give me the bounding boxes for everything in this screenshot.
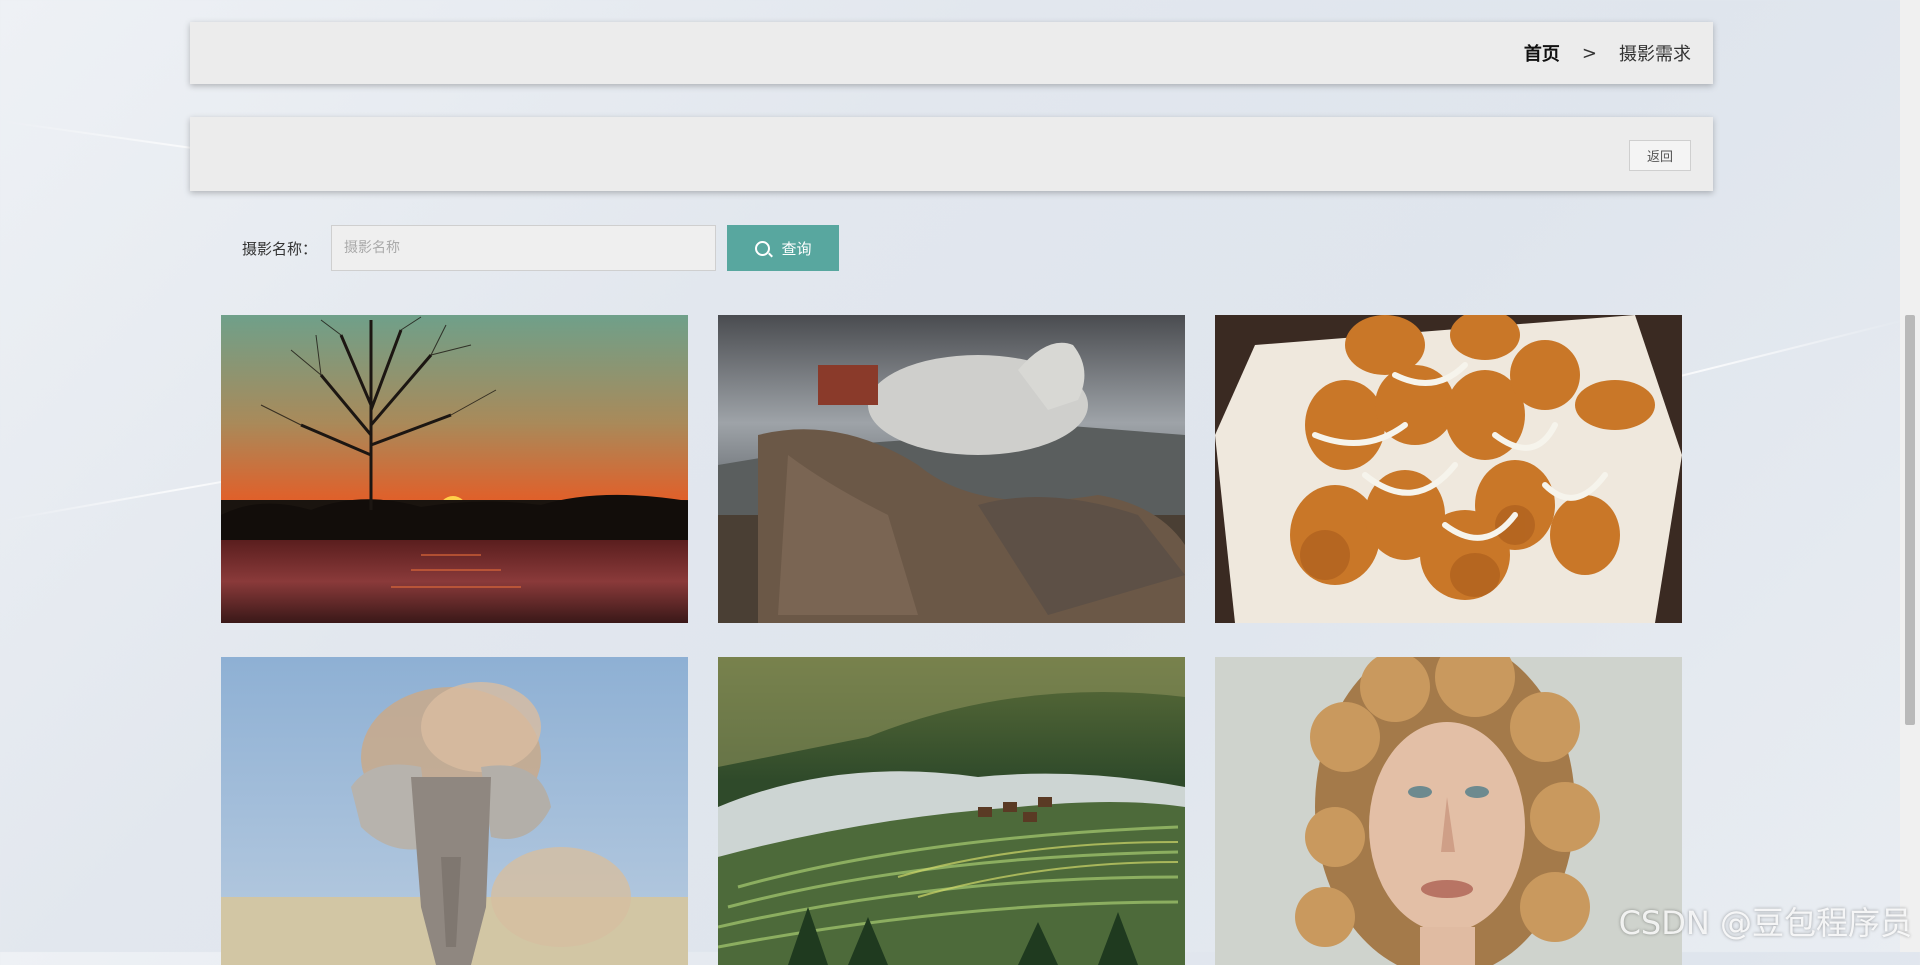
roasted-potatoes-photo xyxy=(1215,315,1682,623)
photo-card-sunset[interactable] xyxy=(221,315,688,623)
breadcrumb-separator: > xyxy=(1581,42,1597,64)
back-button[interactable]: 返回 xyxy=(1629,140,1691,171)
breadcrumb: 首页 > 摄影需求 xyxy=(1524,22,1691,84)
page-scrollbar[interactable] xyxy=(1900,0,1920,952)
breadcrumb-panel: 首页 > 摄影需求 xyxy=(190,22,1713,84)
curly-hair-woman-portrait-photo xyxy=(1215,657,1682,965)
photo-card-potatoes[interactable] xyxy=(1215,315,1682,623)
search-label: 摄影名称： xyxy=(242,239,318,258)
breadcrumb-current: 摄影需求 xyxy=(1619,44,1691,65)
search-input[interactable] xyxy=(331,225,717,271)
photo-grid xyxy=(221,315,1682,965)
watermark: CSDN @豆包程序员 xyxy=(1618,904,1912,942)
search-icon xyxy=(754,240,770,256)
photo-card-portrait[interactable] xyxy=(1215,657,1682,965)
query-button[interactable]: 查询 xyxy=(727,225,840,271)
breadcrumb-home[interactable]: 首页 xyxy=(1524,40,1560,66)
elephant-dust-photo xyxy=(221,657,688,965)
photo-card-horse[interactable] xyxy=(718,315,1185,623)
query-button-label: 查询 xyxy=(781,240,812,258)
photo-card-terraces[interactable] xyxy=(718,657,1185,965)
search-bar: 摄影名称： 查询 xyxy=(242,225,840,271)
action-panel: 返回 xyxy=(190,117,1713,191)
sunset-tree-lake-photo xyxy=(221,315,688,623)
horse-driftwood-photo xyxy=(718,315,1185,623)
photo-card-elephant[interactable] xyxy=(221,657,688,965)
rice-terraces-village-photo xyxy=(718,657,1185,965)
scrollbar-thumb[interactable] xyxy=(1905,315,1915,725)
